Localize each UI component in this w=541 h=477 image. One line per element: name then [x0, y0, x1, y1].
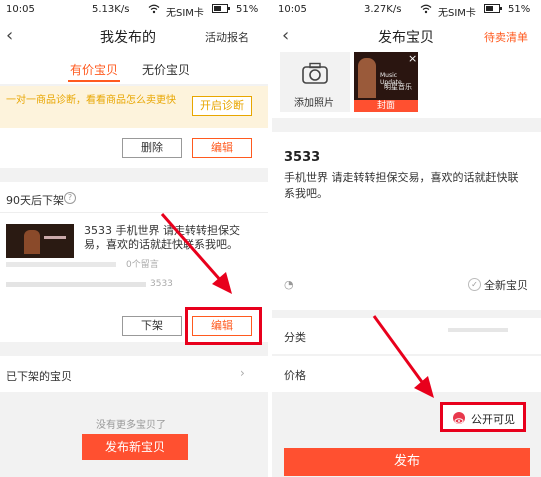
chevron-right-icon: ›: [240, 366, 245, 380]
delisted-label: 已下架的宝贝: [6, 370, 72, 383]
my-listings-screen: 10:05 5.13K/s 无SIM卡 51% ‹ 我发布的 活动报名 有价宝贝…: [0, 0, 268, 477]
visibility-label[interactable]: 公开可见: [471, 411, 515, 427]
publish-new-button[interactable]: 发布新宝贝: [82, 434, 188, 460]
delisted-row[interactable]: 已下架的宝贝 ›: [0, 356, 268, 392]
annotation-arrow: [160, 213, 232, 294]
publish-item-screen: 10:05 3.27K/s 无SIM卡 51% ‹ 发布宝贝 待卖清单 添加照片…: [272, 0, 541, 477]
no-more-text: 没有更多宝贝了: [96, 420, 166, 431]
publish-button[interactable]: 发布: [284, 448, 530, 476]
eye-icon: [453, 412, 465, 424]
annotation-highlight-box: 公开可见: [440, 402, 526, 432]
